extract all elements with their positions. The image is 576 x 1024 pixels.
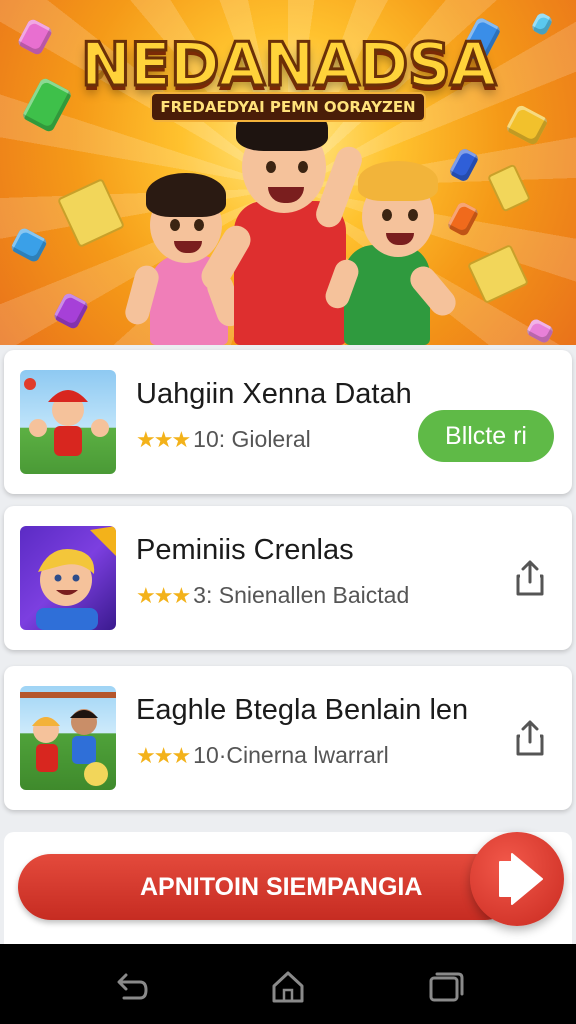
install-button[interactable]: Bllcte ri [418, 410, 554, 462]
game-title: Uahgiin Xenna Datah [136, 378, 412, 410]
hero-title: NEDANADSA [79, 29, 498, 102]
game-rating-text: 10·Cinerna lwarrarl [193, 742, 389, 768]
system-navigation-bar [0, 944, 576, 1024]
game-thumbnail [20, 526, 116, 630]
game-card[interactable]: Eaghle Btegla Benlain len ★★★ 10·Cinerna … [4, 666, 572, 810]
recents-icon[interactable] [426, 966, 466, 1006]
hero-subtitle: FREDAEDYAI PEMN OORAYZEN [150, 92, 426, 122]
game-card[interactable]: Uahgiin Xenna Datah ★★★ 10: Gioleral Bllc… [4, 350, 572, 494]
rating-stars-icon: ★★★ [136, 583, 191, 608]
home-icon[interactable] [268, 966, 308, 1006]
game-rating: ★★★ 3: Snienallen Baictad [136, 582, 409, 609]
game-rating: ★★★ 10: Gioleral [136, 426, 311, 453]
share-icon[interactable] [512, 558, 548, 598]
character-right [322, 155, 461, 345]
game-rating-text: 10: Gioleral [193, 426, 311, 452]
back-icon[interactable] [110, 966, 150, 1006]
cta-button[interactable]: APNITOIN SIEMPANGIA [18, 854, 518, 920]
game-title: Eaghle Btegla Benlain len [136, 694, 469, 726]
rating-stars-icon: ★★★ [136, 743, 191, 768]
game-card[interactable]: Peminiis Crenlas ★★★ 3: Snienallen Baicta… [4, 506, 572, 650]
rating-stars-icon: ★★★ [136, 427, 191, 452]
share-icon[interactable] [512, 718, 548, 758]
game-title: Peminiis Crenlas [136, 534, 354, 566]
game-rating: ★★★ 10·Cinerna lwarrarl [136, 742, 389, 769]
game-rating-text: 3: Snienallen Baictad [193, 582, 410, 608]
hero-banner: NEDANADSA FREDAEDYAI PEMN OORAYZEN [0, 0, 576, 345]
game-thumbnail [20, 686, 116, 790]
game-thumbnail [20, 370, 116, 474]
play-icon[interactable] [470, 832, 564, 926]
